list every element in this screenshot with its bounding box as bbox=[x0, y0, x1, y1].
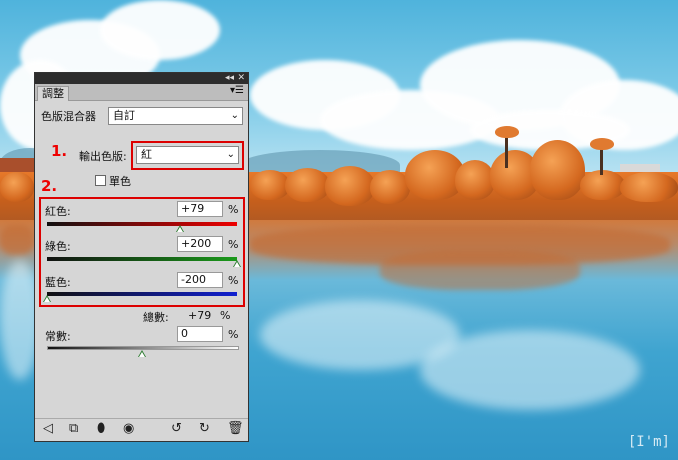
red-slider-thumb[interactable] bbox=[175, 225, 184, 232]
adjustment-name: 色版混合器 bbox=[41, 110, 96, 123]
constant-label: 常數: bbox=[45, 330, 71, 343]
total-unit: % bbox=[220, 309, 231, 322]
preset-select[interactable]: 自訂 ⌄ bbox=[108, 107, 243, 125]
blue-unit: % bbox=[228, 274, 239, 287]
green-slider-track[interactable] bbox=[47, 257, 237, 261]
monochrome-checkbox[interactable] bbox=[95, 175, 106, 186]
monochrome-label: 單色 bbox=[109, 175, 131, 188]
panel-menu-icon[interactable]: ▾☰ bbox=[230, 85, 244, 96]
red-channel-label: 紅色: bbox=[45, 205, 71, 218]
tab-adjustments[interactable]: 調整 bbox=[37, 86, 69, 101]
mask-icon[interactable]: ⬮ bbox=[97, 422, 105, 436]
panel-titlebar: ◂◂ ✕ bbox=[35, 73, 248, 84]
reset-icon[interactable]: ↻ bbox=[199, 422, 210, 436]
constant-value-input[interactable]: 0 bbox=[177, 326, 223, 342]
constant-slider-thumb[interactable] bbox=[138, 350, 146, 357]
watermark: [I'm] bbox=[627, 434, 670, 450]
adjustments-panel: ◂◂ ✕ 調整 ▾☰ 色版混合器 自訂 ⌄ 1. 輸出色版: 紅 ⌄ 2. 單色… bbox=[34, 72, 249, 442]
chevron-down-icon: ⌄ bbox=[226, 149, 235, 160]
constant-unit: % bbox=[228, 328, 239, 341]
red-value-input[interactable]: +79 bbox=[177, 201, 223, 217]
blue-slider-thumb[interactable] bbox=[43, 295, 51, 302]
panel-bottom-bar: ◁ ⧉ ⬮ ◉ ↺ ↻ 🗑 bbox=[35, 418, 248, 441]
red-unit: % bbox=[228, 203, 239, 216]
clip-layer-icon[interactable]: ⧉ bbox=[69, 422, 78, 436]
green-unit: % bbox=[228, 238, 239, 251]
output-channel-label: 輸出色版: bbox=[79, 150, 127, 163]
output-channel-select[interactable]: 紅 ⌄ bbox=[136, 146, 239, 164]
collapse-icon[interactable]: ◂◂ bbox=[225, 73, 234, 84]
blue-value-input[interactable]: -200 bbox=[177, 272, 223, 288]
green-channel-label: 綠色: bbox=[45, 240, 71, 253]
chevron-down-icon: ⌄ bbox=[230, 110, 239, 121]
preset-value: 自訂 bbox=[113, 109, 135, 122]
green-slider-thumb[interactable] bbox=[233, 260, 241, 267]
panel-tab-row: 調整 ▾☰ bbox=[35, 84, 248, 101]
total-label: 總數: bbox=[143, 311, 169, 324]
green-value-input[interactable]: +200 bbox=[177, 236, 223, 252]
blue-slider-track[interactable] bbox=[47, 292, 237, 296]
annotation-step2: 2. bbox=[41, 177, 58, 195]
previous-state-icon[interactable]: ↺ bbox=[171, 422, 182, 436]
close-icon[interactable]: ✕ bbox=[237, 73, 245, 84]
output-channel-value: 紅 bbox=[141, 148, 152, 161]
blue-channel-label: 藍色: bbox=[45, 276, 71, 289]
annotation-step1: 1. bbox=[51, 142, 68, 160]
trash-icon[interactable]: 🗑 bbox=[227, 422, 244, 436]
total-value: +79 bbox=[188, 309, 212, 322]
back-arrow-icon[interactable]: ◁ bbox=[43, 422, 53, 436]
red-slider-track[interactable] bbox=[47, 222, 237, 226]
visibility-eye-icon[interactable]: ◉ bbox=[123, 422, 134, 436]
